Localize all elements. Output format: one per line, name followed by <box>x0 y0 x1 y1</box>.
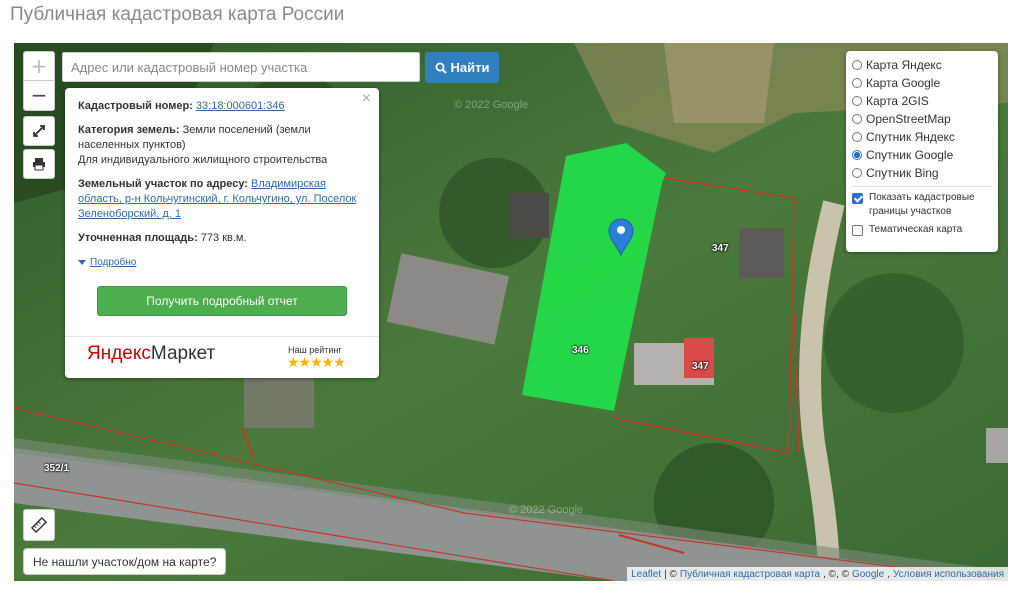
google-link[interactable]: Google <box>852 569 884 580</box>
print-button[interactable] <box>23 149 55 179</box>
layers-panel: Карта Яндекс Карта Google Карта 2GIS OpenSt… <box>846 51 998 252</box>
overlay-option[interactable]: Показать кадастровые границы участков <box>852 191 992 219</box>
base-layer-label: Карта Яндекс <box>866 58 942 72</box>
parcel-label: 346 <box>572 345 589 356</box>
radio-button[interactable] <box>852 150 862 160</box>
printer-icon <box>33 158 45 171</box>
land-category-row: Категория земель: Земли поселений (земли… <box>78 123 366 168</box>
base-layer-label: Спутник Яндекс <box>866 130 955 144</box>
zoom-out-button[interactable]: − <box>24 81 54 109</box>
rating-stars: ★★★★★ <box>287 354 346 370</box>
radio-button[interactable] <box>852 96 862 106</box>
checkbox[interactable] <box>852 225 863 236</box>
yandex-market-ad[interactable]: ЯндексМаркет Наш рейтинг ★★★★★ <box>65 336 379 379</box>
address-label: Земельный участок по адресу: <box>78 178 248 190</box>
base-layer-option[interactable]: Карта Google <box>852 74 992 92</box>
measure-button[interactable] <box>23 509 55 541</box>
base-layer-option[interactable]: Карта 2GIS <box>852 92 992 110</box>
area-value: 773 кв.м. <box>200 232 247 244</box>
triangle-down-icon <box>78 260 86 265</box>
base-layer-label: OpenStreetMap <box>866 112 951 126</box>
checkbox[interactable] <box>852 193 863 204</box>
address-row: Земельный участок по адресу: Владимирска… <box>78 177 366 222</box>
more-details-label: Подробно <box>90 257 137 268</box>
base-layer-option[interactable]: Спутник Google <box>852 146 992 164</box>
zoom-control: + − <box>23 51 55 111</box>
expand-icon <box>33 125 45 137</box>
terms-link[interactable]: Условия использования <box>893 569 1004 580</box>
radio-button[interactable] <box>852 78 862 88</box>
cadastral-number-row: Кадастровый номер: 33:18:000601:346 <box>78 99 366 114</box>
pkk-link[interactable]: Публичная кадастровая карта <box>680 569 820 580</box>
overlay-label: Тематическая карта <box>869 224 963 235</box>
land-category-label: Категория земель: <box>78 124 180 136</box>
parcel-info-popup: × Кадастровый номер: 33:18:000601:346 Ка… <box>65 88 379 378</box>
layers-divider <box>852 186 992 187</box>
svg-text:© 2022 Google: © 2022 Google <box>454 99 528 111</box>
area-label: Уточненная площадь: <box>78 232 198 244</box>
close-icon[interactable]: × <box>362 91 371 107</box>
zoom-in-button[interactable]: + <box>24 52 54 81</box>
area-row: Уточненная площадь: 773 кв.м. <box>78 231 366 246</box>
overlay-label: Показать кадастровые границы участков <box>869 192 975 217</box>
not-found-button[interactable]: Не нашли участок/дом на карте? <box>23 548 227 575</box>
map-attribution: Leaflet | © Публичная кадастровая карта … <box>627 567 1008 581</box>
page-title: Публичная кадастровая карта России <box>10 4 345 25</box>
get-report-button[interactable]: Получить подробный отчет <box>97 286 347 316</box>
cadastral-number-label: Кадастровый номер: <box>78 100 193 112</box>
land-usage: Для индивидуального жилищного строительс… <box>78 154 328 166</box>
base-layer-option[interactable]: Спутник Bing <box>852 164 992 182</box>
search-input[interactable] <box>62 52 420 82</box>
base-layer-option[interactable]: Спутник Яндекс <box>852 128 992 146</box>
overlay-option[interactable]: Тематическая карта <box>852 223 992 237</box>
base-layer-label: Карта Google <box>866 76 941 90</box>
radio-button[interactable] <box>852 60 862 70</box>
find-button-label: Найти <box>450 60 490 75</box>
imagery-watermark: © 2022 Google <box>509 504 583 516</box>
base-layer-label: Спутник Bing <box>866 166 939 180</box>
parcel-label: 347 <box>712 243 729 254</box>
yandex-market-logo: ЯндексМаркет <box>87 343 216 364</box>
fullscreen-button[interactable] <box>23 116 55 146</box>
radio-button[interactable] <box>852 168 862 178</box>
base-layer-option[interactable]: OpenStreetMap <box>852 110 992 128</box>
map-view[interactable]: © 2022 Google © 2022 Google 346 347 347 … <box>14 43 1008 581</box>
search-icon <box>435 62 447 74</box>
base-layer-label: Карта 2GIS <box>866 94 929 108</box>
cadastral-number-link[interactable]: 33:18:000601:346 <box>196 100 285 112</box>
radio-button[interactable] <box>852 132 862 142</box>
find-button[interactable]: Найти <box>425 52 499 83</box>
parcel-label: 352/1 <box>44 463 70 474</box>
more-details-link[interactable]: Подробно <box>78 255 366 270</box>
radio-button[interactable] <box>852 114 862 124</box>
base-layer-label: Спутник Google <box>866 148 954 162</box>
parcel-label: 347 <box>692 361 709 372</box>
leaflet-link[interactable]: Leaflet <box>631 569 661 580</box>
base-layer-option[interactable]: Карта Яндекс <box>852 56 992 74</box>
ruler-icon <box>31 517 47 533</box>
